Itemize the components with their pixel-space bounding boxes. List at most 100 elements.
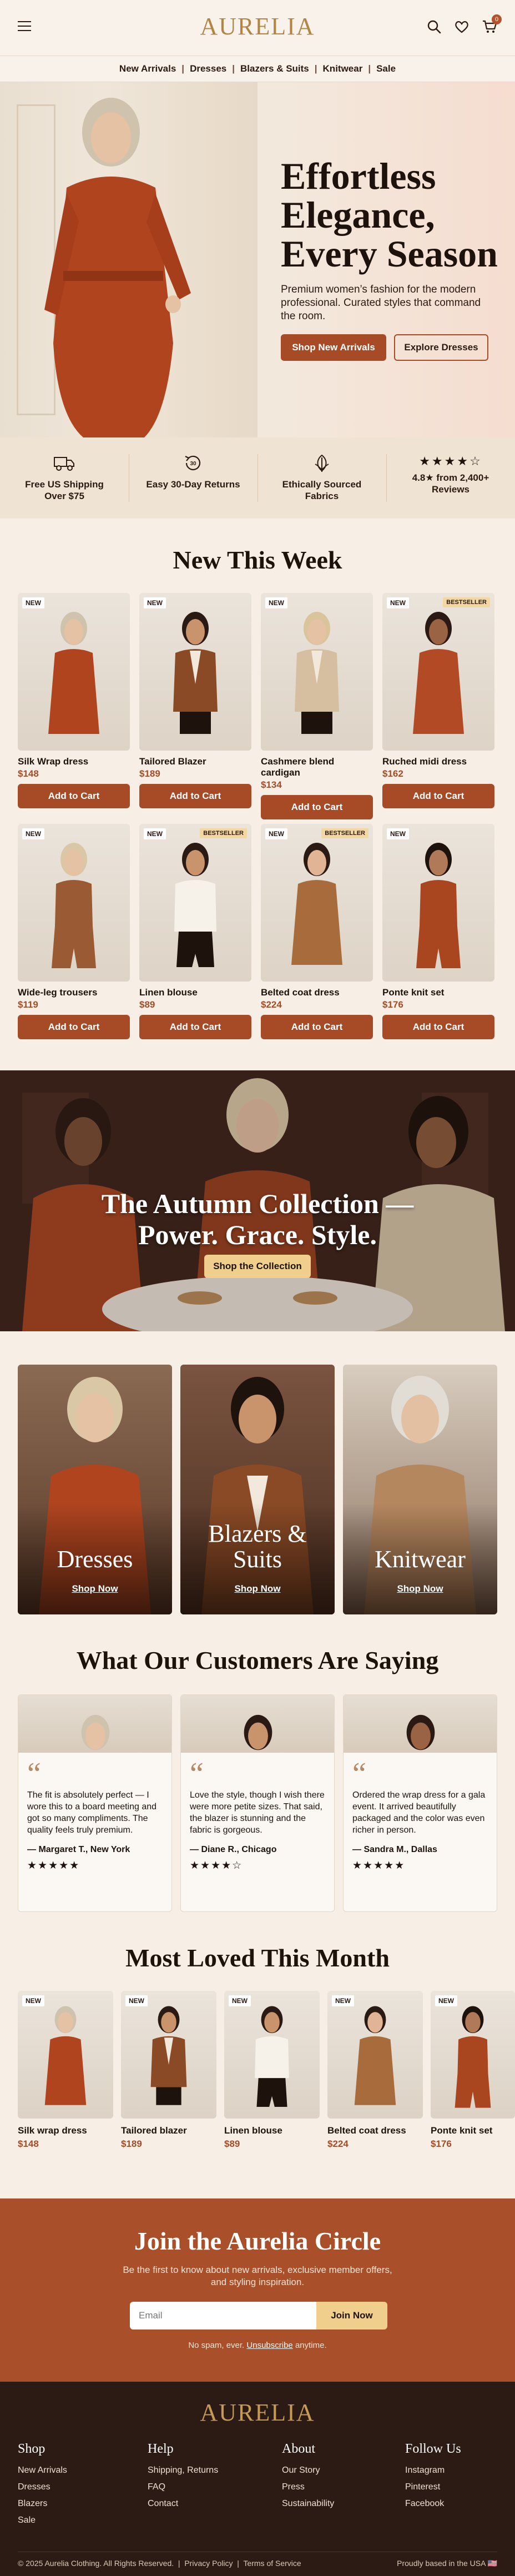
add-to-cart-button[interactable]: Add to Cart: [139, 1015, 251, 1039]
shop-now-link[interactable]: Shop Now: [343, 1583, 497, 1594]
nav-item-new-arrivals[interactable]: New Arrivals: [114, 63, 181, 74]
footer-link[interactable]: Press: [282, 2479, 334, 2496]
truck-icon: [53, 453, 75, 473]
add-to-cart-button[interactable]: Add to Cart: [382, 1015, 494, 1039]
add-to-cart-button[interactable]: Add to Cart: [18, 1015, 130, 1039]
product-image[interactable]: NEW: [224, 1991, 320, 2119]
footer-logo[interactable]: AURELIA: [0, 2398, 515, 2427]
new-badge: NEW: [144, 828, 166, 839]
footer-link[interactable]: FAQ: [148, 2479, 218, 2496]
nav-item-dresses[interactable]: Dresses: [184, 63, 232, 74]
footer-link[interactable]: Shipping, Returns: [148, 2462, 218, 2479]
product-card[interactable]: NEW BESTSELLER Ruched midi dress $162 Ad…: [382, 593, 494, 808]
shop-collection-button[interactable]: Shop the Collection: [204, 1255, 311, 1278]
category-tile-dresses[interactable]: Dresses Shop Now: [18, 1365, 172, 1614]
product-image[interactable]: NEW: [327, 1991, 423, 2119]
add-to-cart-button[interactable]: Add to Cart: [261, 1015, 373, 1039]
newsletter-section: Join the Aurelia Circle Be the first to …: [0, 2198, 515, 2382]
footer-link[interactable]: Pinterest: [405, 2479, 461, 2496]
bestseller-badge: BESTSELLER: [443, 597, 490, 607]
product-image[interactable]: NEW BESTSELLER: [382, 593, 494, 751]
unsubscribe-link[interactable]: Unsubscribe: [246, 2341, 292, 2350]
product-name[interactable]: Tailored blazer: [121, 2125, 216, 2136]
shop-now-link[interactable]: Shop Now: [180, 1583, 335, 1594]
join-now-button[interactable]: Join Now: [316, 2302, 387, 2330]
footer-column: Shop New Arrivals Dresses Blazers Sale: [18, 2442, 67, 2529]
category-tile-knitwear[interactable]: Knitwear Shop Now: [343, 1365, 497, 1614]
product-image[interactable]: NEW: [121, 1991, 216, 2119]
footer-link[interactable]: Contact: [148, 2496, 218, 2512]
product-card[interactable]: NEW BESTSELLER Belted coat dress $224 Ad…: [261, 824, 373, 1039]
product-card[interactable]: NEW Ponte knit set $176: [431, 1991, 515, 2150]
nav-item-knitwear[interactable]: Knitwear: [317, 63, 368, 74]
new-this-week-title: New This Week: [173, 546, 342, 574]
product-image[interactable]: NEW: [431, 1991, 515, 2119]
bestseller-badge: BESTSELLER: [200, 828, 247, 838]
heart-icon[interactable]: [454, 19, 469, 34]
product-card[interactable]: NEW Ponte knit set $176 Add to Cart: [382, 824, 494, 1039]
product-price: $134: [261, 779, 282, 790]
nav-item-sale[interactable]: Sale: [371, 63, 401, 74]
product-name[interactable]: Belted coat dress: [327, 2125, 423, 2136]
footer-link[interactable]: Blazers: [18, 2496, 67, 2512]
product-name[interactable]: Silk wrap dress: [18, 2125, 113, 2136]
cart-icon[interactable]: 0: [482, 14, 502, 34]
product-name[interactable]: Ruched midi dress: [382, 756, 494, 767]
footer-link[interactable]: Dresses: [18, 2479, 67, 2496]
product-card[interactable]: NEW Wide-leg trousers $119 Add to Cart: [18, 824, 130, 1039]
product-card[interactable]: NEW Silk wrap dress $148: [18, 1991, 113, 2150]
shop-new-arrivals-button[interactable]: Shop New Arrivals: [281, 334, 386, 361]
new-badge: NEW: [229, 1995, 251, 2006]
testimonial-author: — Margaret T., New York: [27, 1845, 130, 1854]
testimonial-text: Ordered the wrap dress for a gala event.…: [352, 1790, 486, 1835]
product-card[interactable]: NEW Tailored Blazer $189 Add to Cart: [139, 593, 251, 808]
product-name[interactable]: Linen blouse: [139, 987, 251, 998]
product-card[interactable]: NEW Linen blouse $89: [224, 1991, 320, 2150]
copyright-text: © 2025 Aurelia Clothing. All Rights Rese…: [18, 2559, 174, 2568]
product-name[interactable]: Ponte knit set: [431, 2125, 515, 2136]
product-image[interactable]: NEW BESTSELLER: [261, 824, 373, 982]
privacy-policy-link[interactable]: Privacy Policy: [184, 2559, 233, 2568]
add-to-cart-button[interactable]: Add to Cart: [139, 784, 251, 808]
add-to-cart-button[interactable]: Add to Cart: [18, 784, 130, 808]
product-name[interactable]: Belted coat dress: [261, 987, 373, 998]
footer-bottom-bar: © 2025 Aurelia Clothing. All Rights Rese…: [18, 2552, 497, 2568]
product-image[interactable]: NEW: [18, 824, 130, 982]
footer-link[interactable]: New Arrivals: [18, 2462, 67, 2479]
product-card[interactable]: NEW Silk Wrap dress $148 Add to Cart: [18, 593, 130, 808]
category-tile-blazers-suits[interactable]: Blazers & Suits Shop Now: [180, 1365, 335, 1614]
product-name[interactable]: Cashmere blend cardigan: [261, 756, 373, 778]
add-to-cart-button[interactable]: Add to Cart: [261, 795, 373, 819]
product-name[interactable]: Linen blouse: [224, 2125, 320, 2136]
testimonial-card: “ Love the style, though I wish there we…: [180, 1694, 335, 1912]
site-header: AURELIA 0: [0, 0, 515, 56]
product-card[interactable]: NEW Cashmere blend cardigan $134 Add to …: [261, 593, 373, 819]
footer-link[interactable]: Our Story: [282, 2462, 334, 2479]
product-card[interactable]: NEW Tailored blazer $189: [121, 1991, 216, 2150]
footer-link[interactable]: Facebook: [405, 2496, 461, 2512]
product-image[interactable]: NEW BESTSELLER: [139, 824, 251, 982]
product-name[interactable]: Tailored Blazer: [139, 756, 251, 767]
product-price: $224: [261, 999, 282, 1010]
search-icon[interactable]: [426, 19, 442, 34]
terms-of-service-link[interactable]: Terms of Service: [243, 2559, 301, 2568]
add-to-cart-button[interactable]: Add to Cart: [382, 784, 494, 808]
product-card[interactable]: NEW BESTSELLER Linen blouse $89 Add to C…: [139, 824, 251, 1039]
product-image[interactable]: NEW: [261, 593, 373, 751]
nav-item-blazers-suits[interactable]: Blazers & Suits: [235, 63, 315, 74]
explore-dresses-button[interactable]: Explore Dresses: [394, 334, 488, 361]
product-name[interactable]: Wide-leg trousers: [18, 987, 130, 998]
product-image[interactable]: NEW: [139, 593, 251, 751]
new-badge: NEW: [144, 597, 166, 608]
shop-now-link[interactable]: Shop Now: [18, 1583, 172, 1594]
product-image[interactable]: NEW: [382, 824, 494, 982]
product-name[interactable]: Silk Wrap dress: [18, 756, 130, 767]
product-card[interactable]: NEW Belted coat dress $224: [327, 1991, 423, 2150]
product-name[interactable]: Ponte knit set: [382, 987, 494, 998]
footer-link[interactable]: Sustainability: [282, 2496, 334, 2512]
product-image[interactable]: NEW: [18, 593, 130, 751]
email-field[interactable]: [130, 2302, 316, 2330]
footer-link[interactable]: Instagram: [405, 2462, 461, 2479]
product-image[interactable]: NEW: [18, 1991, 113, 2119]
footer-link[interactable]: Sale: [18, 2512, 67, 2529]
